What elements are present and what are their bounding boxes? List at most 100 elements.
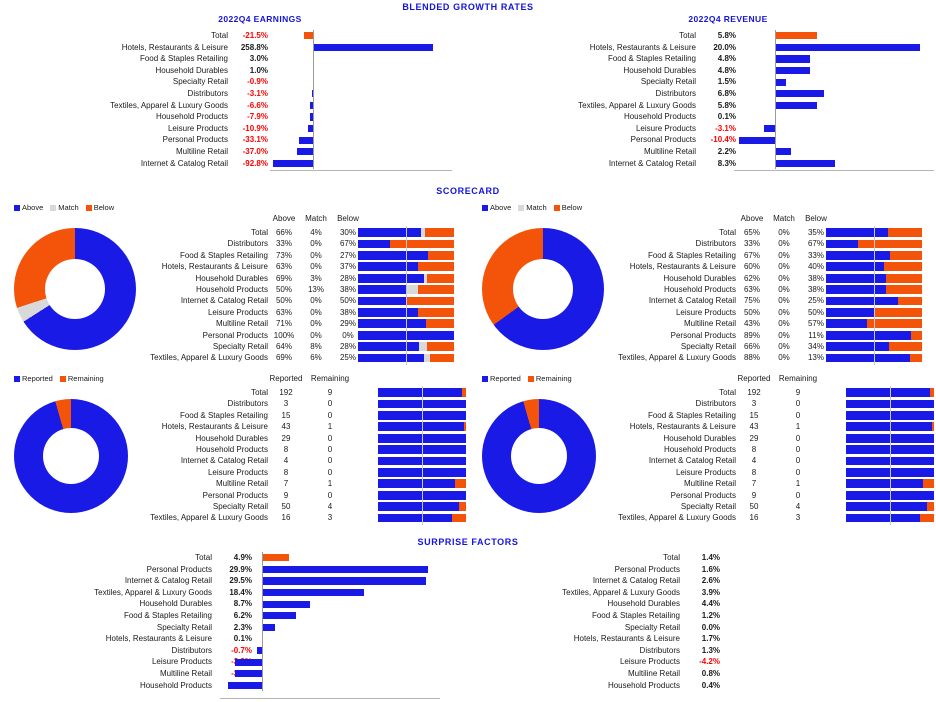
table-row: Personal Products 89% 0% 11% [468, 330, 936, 341]
legend-label: Above [22, 203, 44, 212]
table-cell: 8 [751, 445, 757, 454]
stacked-bar-segment [857, 239, 922, 249]
chart-baseline [220, 698, 440, 700]
table-cell: 33% [275, 239, 292, 249]
zero-axis-line [775, 122, 776, 135]
bar-gridline [890, 386, 891, 525]
table-row-label: Food & Staples Retailing [179, 250, 268, 260]
growth-row-plot [734, 64, 934, 77]
table-row: Specialty Retail 50 4 [0, 501, 468, 512]
growth-row-value: -10.9% [242, 123, 268, 133]
growth-bar [262, 612, 297, 620]
table-cell: 50% [743, 307, 760, 317]
stacked-bar-segment [826, 251, 891, 260]
table-row: Hotels, Restaurants & Leisure 63% 0% 37% [0, 261, 468, 272]
growth-row-value: 258.8% [240, 42, 268, 52]
table-cell: 4 [327, 502, 333, 511]
stacked-bar-segment [911, 330, 922, 340]
stacked-bar-segment [464, 422, 466, 432]
growth-row: Hotels, Restaurants & Leisure 258.8% [0, 41, 468, 54]
growth-row: Total -21.5% [0, 30, 468, 42]
zero-axis-line [775, 53, 776, 65]
growth-row-label: Household Products [155, 112, 228, 122]
table-row: Multiline Retail 7 1 [468, 478, 936, 489]
legend-item[interactable]: Remaining [59, 374, 104, 383]
stacked-bar-segment [358, 239, 390, 249]
growth-row-value: -37.0% [242, 146, 268, 156]
growth-row-label: Distributors [171, 645, 212, 655]
panel-title-2022q4-earnings: 2022Q4 EARNINGS [218, 14, 302, 24]
growth-bar [775, 43, 920, 51]
growth-row-label: Total [663, 553, 680, 562]
stacked-bar-segment [846, 502, 928, 512]
growth-row-value: -6.6% [247, 100, 268, 110]
legend-label: Remaining [67, 374, 104, 383]
stacked-bar-segment [358, 296, 406, 306]
table-row-label: Food & Staples Retailing [179, 410, 268, 420]
growth-row-label: Leisure Products [151, 657, 212, 667]
zero-axis-line [775, 157, 776, 170]
legend-item[interactable]: Reported [482, 374, 521, 383]
growth-row-plot [734, 53, 934, 65]
table-cell: 69% [275, 353, 292, 363]
stacked-bar-segment [428, 251, 454, 260]
growth-row: Total 5.8% [468, 30, 936, 42]
stacked-bar-segment [874, 308, 922, 317]
zero-axis-line [313, 53, 314, 65]
legend-item[interactable]: Below [553, 203, 582, 212]
growth-row-value: 1.2% [701, 610, 720, 620]
legend-item[interactable]: Match [50, 203, 79, 212]
legend-item[interactable]: Above [14, 203, 43, 212]
stacked-bar-segment [427, 273, 454, 283]
legend-swatch [553, 205, 560, 211]
stacked-bar-segment [846, 479, 923, 489]
table-row: Household Products 63% 0% 38% [468, 284, 936, 295]
stacked-bar-segment [846, 513, 921, 523]
growth-row-plot [270, 64, 452, 77]
stacked-bar-segment [826, 353, 910, 363]
zero-axis-line [775, 64, 776, 77]
growth-bar [262, 554, 290, 562]
scorecard-earnings-panel: Above Match Below Above Match Below Total 66% 4%… [0, 200, 468, 370]
growth-row: Personal Products 29.9% [0, 563, 468, 576]
stacked-bar-segment [888, 228, 922, 238]
table-row-label: Personal Products [670, 490, 736, 500]
growth-row-plot [220, 609, 440, 622]
table-row-label: Personal Products [670, 330, 736, 340]
table-row: Hotels, Restaurants & Leisure 43 1 [468, 421, 936, 432]
legend-item[interactable]: Remaining [527, 374, 572, 383]
table-cell: 0% [778, 353, 790, 363]
table-cell: 71% [275, 319, 292, 329]
table-cell: 33% [743, 239, 760, 249]
table-cell: 4 [751, 456, 757, 466]
growth-row: Household Durables 1.0% [0, 64, 468, 77]
table-row-label: Distributors [695, 239, 736, 249]
growth-row-label: Total [195, 553, 212, 562]
growth-bar [775, 148, 791, 156]
legend-item[interactable]: Above [482, 203, 511, 212]
growth-row-value: 0.1% [717, 112, 736, 122]
zero-axis-line [262, 644, 263, 657]
table-cell: 0% [310, 330, 322, 340]
table-row-label: Leisure Products [207, 307, 268, 317]
table-cell: 0% [778, 296, 790, 306]
table-row: Internet & Catalog Retail 4 0 [0, 455, 468, 466]
table-cell: 63% [275, 262, 292, 272]
table-cell: 0% [310, 319, 322, 329]
growth-row-value: 5.8% [717, 31, 736, 40]
legend-item[interactable]: Match [518, 203, 547, 212]
growth-row-plot [270, 30, 452, 42]
table-cell: 0% [778, 262, 790, 272]
legend-item[interactable]: Reported [14, 374, 53, 383]
growth-row-value: 4.4% [701, 599, 720, 609]
table-cell: 8 [283, 445, 289, 454]
growth-row: Textiles, Apparel & Luxury Goods 5.8% [468, 99, 936, 112]
growth-row-label: Food & Staples Retailing [139, 54, 228, 64]
legend-item[interactable]: Below [85, 203, 114, 212]
column-header: Above [740, 214, 764, 223]
table-row: Personal Products 9 0 [468, 490, 936, 501]
table-row: Leisure Products 8 0 [468, 467, 936, 478]
table-row: Multiline Retail 43% 0% 57% [468, 318, 936, 329]
table-row-label: Household Products [195, 445, 268, 454]
table-cell: 0 [795, 467, 801, 477]
